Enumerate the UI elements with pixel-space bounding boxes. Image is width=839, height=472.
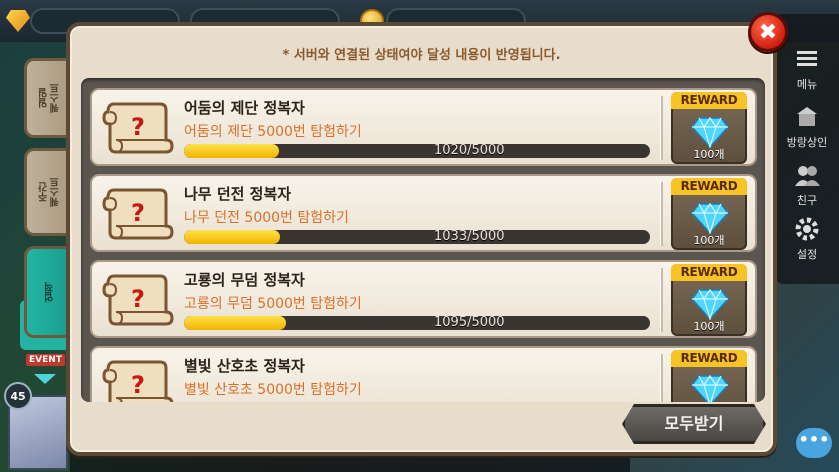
svg-text:?: ? [131,285,145,313]
quest-scroll-icon: ? [102,274,174,326]
quest-progress-bar: 1033/5000 [184,230,650,244]
level-badge: 45 [4,382,32,410]
row-divider [660,354,663,402]
quest-row: ? 고룡의 무덤 정복자 고룡의 무덤 5000번 탐험하기 1095/5000… [90,260,757,338]
quest-title: 어둠의 제단 정복자 [184,99,305,117]
quest-list[interactable]: ? 어둠의 제단 정복자 어둠의 제단 5000번 탐험하기 1020/5000… [81,78,765,402]
diamond-icon [691,288,729,320]
svg-text:?: ? [131,371,145,399]
quest-progress-text: 1095/5000 [434,316,505,330]
achievement-panel: * 서버와 연결된 상태여야 달성 내용이 반영됩니다. ? 어둠의 제단 정복… [66,22,777,456]
quest-scroll-icon: ? [102,188,174,240]
quest-progress-text: 1033/5000 [434,230,505,244]
quest-description: 나무 던전 5000번 탐험하기 [184,210,349,226]
reward-label: REWARD [671,178,747,195]
quest-description: 어둠의 제단 5000번 탐험하기 [184,124,362,140]
quest-scroll-icon: ? [102,360,174,402]
tab-label-achievement: 업적 [44,282,56,302]
reward-label: REWARD [671,92,747,109]
quest-progress-fill [184,316,287,330]
claim-all-button[interactable]: 모두받기 [622,404,766,444]
close-button[interactable]: ✖ [748,12,788,52]
diamond-icon [691,116,729,148]
nav-item-friends[interactable]: 친구 [775,160,839,208]
reward-quantity: 100개 [693,320,725,333]
reward-label: REWARD [671,350,747,367]
quest-row: ? 별빛 산호초 정복자 별빛 산호초 5000번 탐험하기 REWARD [90,346,757,402]
nav-label-settings: 설정 [796,248,818,261]
tab-label-weekly: 주간 퀘스트 [39,177,62,207]
row-divider [660,182,663,246]
gem-icon [6,10,30,32]
svg-text:?: ? [131,199,145,227]
nav-label-friends: 친구 [796,194,818,207]
quest-progress-bar: 1020/5000 [184,144,650,158]
reward-box[interactable]: REWARD 100개 [671,178,747,250]
gear-icon [795,217,819,241]
quest-title: 별빛 산호초 정복자 [184,357,305,375]
nav-item-settings[interactable]: 설정 [775,214,839,262]
quest-row: ? 나무 던전 정복자 나무 던전 5000번 탐험하기 1033/5000 R… [90,174,757,252]
quest-title: 나무 던전 정복자 [184,185,292,203]
nav-label-menu: 메뉴 [796,78,818,91]
quest-progress-bar: 1095/5000 [184,316,650,330]
quest-title: 고룡의 무덤 정복자 [184,271,305,289]
nav-item-shop[interactable]: 방랑상인 [775,102,839,150]
quest-progress-fill [184,230,281,244]
chat-bubble-icon[interactable]: ••• [796,428,832,458]
friends-icon [795,166,820,186]
reward-box[interactable]: REWARD 100개 [671,264,747,336]
quest-description: 별빛 산호초 5000번 탐험하기 [184,382,362,398]
menu-icon [797,51,817,66]
diamond-icon [691,202,729,234]
quest-progress-text: 1020/5000 [434,144,505,158]
diamond-icon [691,374,729,402]
reward-quantity: 100개 [693,234,725,247]
row-divider [660,96,663,160]
shop-icon [797,107,817,126]
expand-arrow-icon[interactable] [34,374,56,384]
reward-box[interactable]: REWARD 100개 [671,92,747,164]
svg-text:?: ? [131,113,145,141]
nav-item-menu[interactable]: 메뉴 [775,44,839,92]
reward-box[interactable]: REWARD [671,350,747,402]
close-icon: ✖ [758,19,778,45]
row-divider [660,268,663,332]
quest-row: ? 어둠의 제단 정복자 어둠의 제단 5000번 탐험하기 1020/5000… [90,88,757,166]
quest-progress-fill [184,144,280,158]
nav-label-shop: 방랑상인 [786,136,828,149]
tab-label-daily: 일일 퀘스트 [39,83,62,113]
quest-description: 고룡의 무덤 5000번 탐험하기 [184,296,362,312]
right-nav: 메뉴 방랑상인 친구 설정 [775,14,839,284]
reward-label: REWARD [671,264,747,281]
event-label[interactable]: EVENT [26,354,65,366]
reward-quantity: 100개 [693,148,725,161]
server-notice: * 서버와 연결된 상태여야 달성 내용이 반영됩니다. [282,48,561,63]
quest-scroll-icon: ? [102,102,174,154]
